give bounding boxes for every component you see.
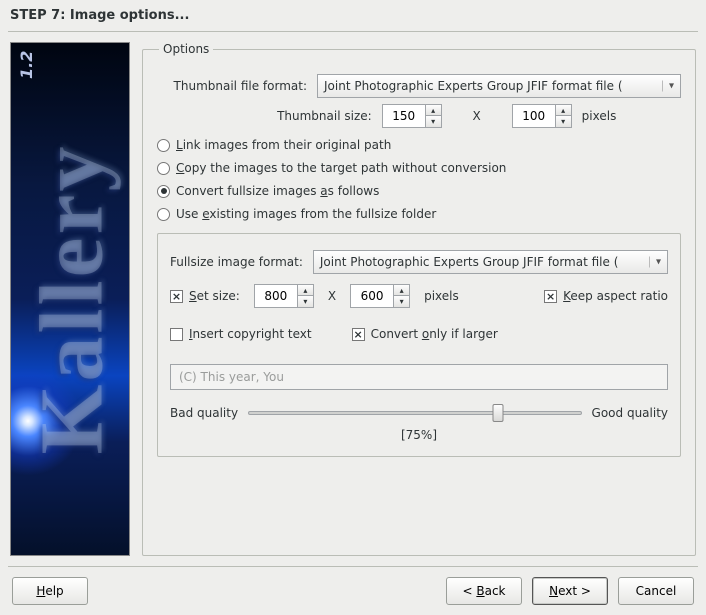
options-legend: Options — [159, 42, 213, 56]
brand-text: Kallery — [21, 144, 124, 455]
spin-down-icon[interactable]: ▾ — [298, 296, 313, 307]
full-height-input[interactable] — [351, 285, 393, 307]
spin-up-icon[interactable]: ▴ — [298, 285, 313, 296]
spin-down-icon[interactable]: ▾ — [394, 296, 409, 307]
version-text: 1.2 — [17, 51, 36, 79]
check-set-size[interactable]: × Set size: — [170, 289, 240, 303]
radio-icon — [157, 185, 170, 198]
check-insert-copyright[interactable]: Insert copyright text — [170, 327, 312, 341]
spin-down-icon[interactable]: ▾ — [426, 116, 441, 127]
thumb-x-label: X — [452, 109, 502, 123]
back-button[interactable]: < Back — [446, 577, 522, 605]
radio-use-existing[interactable]: Use existing images from the fullsize fo… — [157, 207, 681, 221]
slider-track — [248, 411, 581, 415]
spin-up-icon[interactable]: ▴ — [426, 105, 441, 116]
step-title: STEP 7: Image options... — [0, 0, 706, 27]
check-convert-only-larger[interactable]: × Convert only if larger — [352, 327, 498, 341]
check-label: Set size: — [189, 289, 240, 303]
quality-value: [75%] — [170, 428, 668, 442]
thumb-size-label: Thumbnail size: — [222, 109, 372, 123]
thumb-height-input[interactable] — [513, 105, 555, 127]
checkbox-icon: × — [170, 290, 183, 303]
fullsize-panel: Fullsize image format: Joint Photographi… — [157, 233, 681, 457]
full-format-value: Joint Photographic Experts Group JFIF fo… — [320, 255, 619, 269]
thumb-format-select[interactable]: Joint Photographic Experts Group JFIF fo… — [317, 74, 681, 98]
full-height-stepper[interactable]: ▴▾ — [350, 284, 410, 308]
full-px-label: pixels — [424, 289, 459, 303]
thumb-px-label: pixels — [582, 109, 617, 123]
thumb-width-stepper[interactable]: ▴▾ — [382, 104, 442, 128]
full-width-input[interactable] — [255, 285, 297, 307]
radio-copy-noconvert[interactable]: Copy the images to the target path witho… — [157, 161, 681, 175]
options-fieldset: Options Thumbnail file format: Joint Pho… — [142, 42, 696, 556]
checkbox-icon: × — [352, 328, 365, 341]
checkbox-icon — [170, 328, 183, 341]
check-label: Convert only if larger — [371, 327, 498, 341]
spin-down-icon[interactable]: ▾ — [556, 116, 571, 127]
check-keep-aspect[interactable]: × Keep aspect ratio — [544, 289, 668, 303]
thumb-format-value: Joint Photographic Experts Group JFIF fo… — [324, 79, 623, 93]
sidebar-banner: Kallery 1.2 — [10, 42, 130, 556]
copyright-input — [170, 364, 668, 390]
radio-label: Link images from their original path — [176, 138, 391, 152]
checkbox-icon: × — [544, 290, 557, 303]
radio-convert-fullsize[interactable]: Convert fullsize images as follows — [157, 184, 681, 198]
thumb-format-label: Thumbnail file format: — [157, 79, 307, 93]
full-width-stepper[interactable]: ▴▾ — [254, 284, 314, 308]
quality-slider[interactable] — [248, 404, 581, 422]
full-format-select[interactable]: Joint Photographic Experts Group JFIF fo… — [313, 250, 668, 274]
full-format-label: Fullsize image format: — [170, 255, 303, 269]
bad-quality-label: Bad quality — [170, 406, 238, 420]
radio-link-original[interactable]: Link images from their original path — [157, 138, 681, 152]
check-label: Insert copyright text — [189, 327, 312, 341]
radio-label: Use existing images from the fullsize fo… — [176, 207, 436, 221]
slider-thumb-icon[interactable] — [493, 404, 504, 422]
check-label: Keep aspect ratio — [563, 289, 668, 303]
radio-icon — [157, 139, 170, 152]
radio-icon — [157, 208, 170, 221]
good-quality-label: Good quality — [592, 406, 668, 420]
radio-label: Convert fullsize images as follows — [176, 184, 379, 198]
radio-label: Copy the images to the target path witho… — [176, 161, 506, 175]
help-button[interactable]: Help — [12, 577, 88, 605]
spin-up-icon[interactable]: ▴ — [556, 105, 571, 116]
full-x-label: X — [328, 289, 336, 303]
thumb-width-input[interactable] — [383, 105, 425, 127]
radio-icon — [157, 162, 170, 175]
next-button[interactable]: Next > — [532, 577, 608, 605]
cancel-button[interactable]: Cancel — [618, 577, 694, 605]
thumb-height-stepper[interactable]: ▴▾ — [512, 104, 572, 128]
spin-up-icon[interactable]: ▴ — [394, 285, 409, 296]
